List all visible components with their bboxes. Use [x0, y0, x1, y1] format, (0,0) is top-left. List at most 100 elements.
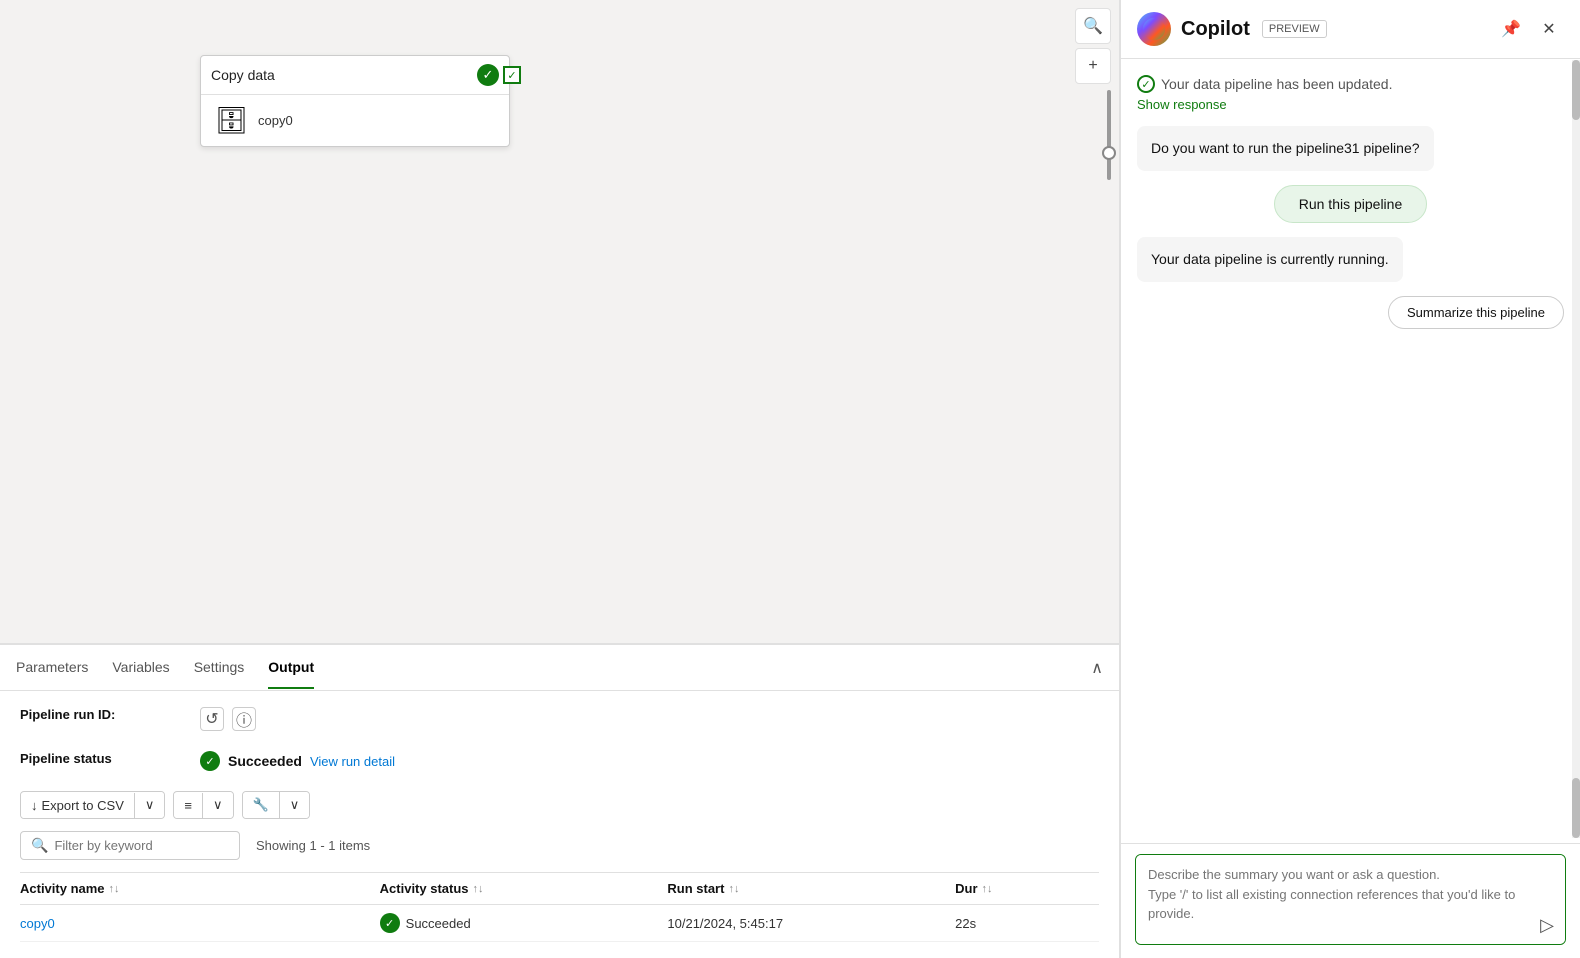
collapse-button[interactable]: ∧ — [1091, 658, 1103, 678]
zoom-slider — [1107, 90, 1111, 180]
td-duration: 22s — [955, 916, 1099, 931]
tabs-list: Parameters Variables Settings Output — [16, 647, 314, 688]
pipeline-status-label: Pipeline status — [20, 751, 180, 766]
filter-input[interactable] — [54, 838, 229, 853]
copy-data-icon: 🗄 — [215, 105, 248, 136]
slider-track — [1107, 90, 1111, 180]
search-icon: 🔍 — [31, 837, 48, 854]
table-row: copy0 ✓ Succeeded 10/21/2024, 5:45:17 22… — [20, 905, 1099, 942]
node-header: Copy data ✓ — [201, 56, 509, 94]
th-activity-name[interactable]: Activity name ↑↓ — [20, 881, 380, 896]
wrench-dropdown[interactable]: ∨ — [280, 792, 310, 818]
export-csv-group: ↓ Export to CSV ∨ — [20, 791, 165, 819]
chevron-down-icon: ∨ — [145, 797, 155, 813]
tabs-bar: Parameters Variables Settings Output ∧ — [0, 645, 1119, 691]
td-activity-status: ✓ Succeeded — [380, 913, 668, 933]
chat-msg-updated: ✓ Your data pipeline has been updated. S… — [1137, 75, 1392, 112]
close-button[interactable]: ✕ — [1534, 14, 1564, 44]
wrench-icon: 🔧 — [253, 797, 269, 813]
node-title: Copy data — [211, 67, 275, 83]
filter-icon: ≡ — [184, 798, 192, 813]
scrollbar[interactable] — [1572, 60, 1580, 838]
th-run-start[interactable]: Run start ↑↓ — [667, 881, 955, 896]
status-value: Succeeded — [228, 753, 302, 769]
export-csv-label: Export to CSV — [42, 798, 124, 813]
sort-icon-activity-status: ↑↓ — [473, 883, 484, 895]
status-green-check: ✓ — [200, 751, 220, 771]
show-response-link[interactable]: Show response — [1137, 97, 1392, 112]
sort-icon-activity-name: ↑↓ — [109, 883, 120, 895]
info-icon[interactable]: ⓘ — [232, 707, 256, 731]
chat-input-area: ▷ — [1121, 843, 1580, 958]
send-icon: ▷ — [1540, 915, 1554, 935]
left-panel: Copy data ✓ 🗄 copy0 ✓ 🔍 + Parameters — [0, 0, 1120, 958]
header-actions: 📌 ✕ — [1496, 14, 1564, 44]
wrench-button[interactable]: 🔧 — [243, 792, 280, 818]
copilot-title: Copilot — [1181, 18, 1250, 41]
copilot-panel: Copilot PREVIEW 📌 ✕ ✓ Your data pipeline… — [1120, 0, 1580, 958]
node-body-label: copy0 — [258, 113, 293, 128]
showing-text: Showing 1 - 1 items — [256, 838, 370, 853]
chat-bubble-running: Your data pipeline is currently running. — [1137, 237, 1403, 282]
export-csv-button[interactable]: ↓ Export to CSV — [21, 793, 135, 818]
sort-icon-duration: ↑↓ — [982, 883, 993, 895]
chat-textarea[interactable] — [1135, 854, 1566, 945]
td-run-start: 10/21/2024, 5:45:17 — [667, 916, 955, 931]
filter-row: 🔍 Showing 1 - 1 items — [20, 831, 1099, 860]
pipeline-status-block: Pipeline status — [20, 751, 180, 766]
copilot-header: Copilot PREVIEW 📌 ✕ — [1121, 0, 1580, 59]
search-box: 🔍 — [20, 831, 240, 860]
send-button[interactable]: ▷ — [1540, 915, 1554, 936]
pipeline-node[interactable]: Copy data ✓ 🗄 copy0 ✓ — [200, 55, 510, 147]
sort-icon-run-start: ↑↓ — [728, 883, 739, 895]
tab-settings[interactable]: Settings — [194, 647, 245, 689]
pipeline-updated-text: Your data pipeline has been updated. — [1161, 76, 1392, 92]
chevron-down-icon-3: ∨ — [290, 797, 300, 813]
node-checkbox: ✓ — [503, 66, 521, 84]
slider-thumb[interactable] — [1102, 146, 1116, 160]
table-header: Activity name ↑↓ Activity status ↑↓ Run … — [20, 872, 1099, 905]
tab-output[interactable]: Output — [268, 647, 314, 689]
filter-btn-group: ≡ ∨ — [173, 791, 233, 819]
chat-bubble-run-question: Do you want to run the pipeline31 pipeli… — [1137, 126, 1434, 171]
view-run-detail-link[interactable]: View run detail — [310, 754, 395, 769]
row-status-icon: ✓ — [380, 913, 400, 933]
node-success-icon: ✓ — [477, 64, 499, 86]
node-body: 🗄 copy0 — [201, 94, 509, 146]
toolbar-row: ↓ Export to CSV ∨ ≡ ∨ — [20, 791, 1099, 819]
output-content: Pipeline run ID: ↺ ⓘ Pipeline status ✓ S… — [0, 691, 1119, 958]
run-pipeline-button[interactable]: Run this pipeline — [1274, 185, 1428, 223]
summarize-pipeline-button[interactable]: Summarize this pipeline — [1388, 296, 1564, 329]
download-icon: ↓ — [31, 798, 38, 813]
zoom-in-button[interactable]: + — [1075, 48, 1111, 84]
pipeline-run-id-block: Pipeline run ID: — [20, 707, 180, 722]
pipeline-status-row: Pipeline status ✓ Succeeded View run det… — [20, 751, 1099, 771]
wrench-btn-group: 🔧 ∨ — [242, 791, 311, 819]
bottom-panel: Parameters Variables Settings Output ∧ P… — [0, 643, 1119, 958]
filter-button[interactable]: ≡ — [174, 793, 203, 818]
td-activity-name[interactable]: copy0 — [20, 916, 380, 931]
pipeline-status-value-row: ✓ Succeeded View run detail — [200, 751, 395, 771]
updated-check-icon: ✓ — [1137, 75, 1155, 93]
tab-parameters[interactable]: Parameters — [16, 647, 88, 689]
pipeline-run-id-label: Pipeline run ID: — [20, 707, 180, 722]
th-activity-status[interactable]: Activity status ↑↓ — [380, 881, 668, 896]
chevron-down-icon-2: ∨ — [213, 797, 223, 813]
pipeline-run-id-actions: ↺ ⓘ — [200, 707, 256, 731]
refresh-icon[interactable]: ↺ — [200, 707, 224, 731]
pipeline-updated-row: ✓ Your data pipeline has been updated. — [1137, 75, 1392, 93]
pipeline-run-id-row: Pipeline run ID: ↺ ⓘ — [20, 707, 1099, 731]
filter-dropdown[interactable]: ∨ — [203, 792, 233, 818]
canvas-toolbar: 🔍 + — [1075, 8, 1111, 84]
pin-button[interactable]: 📌 — [1496, 14, 1526, 44]
tab-variables[interactable]: Variables — [112, 647, 169, 689]
canvas-area: Copy data ✓ 🗄 copy0 ✓ 🔍 + — [0, 0, 1119, 643]
preview-badge: PREVIEW — [1262, 20, 1327, 38]
scrollbar-thumb-bottom — [1572, 778, 1580, 838]
copilot-logo — [1137, 12, 1171, 46]
scrollbar-thumb-top — [1572, 60, 1580, 120]
chat-msg-run-question: Do you want to run the pipeline31 pipeli… — [1137, 126, 1434, 171]
search-canvas-button[interactable]: 🔍 — [1075, 8, 1111, 44]
th-duration[interactable]: Dur ↑↓ — [955, 881, 1099, 896]
export-csv-dropdown[interactable]: ∨ — [135, 792, 165, 818]
